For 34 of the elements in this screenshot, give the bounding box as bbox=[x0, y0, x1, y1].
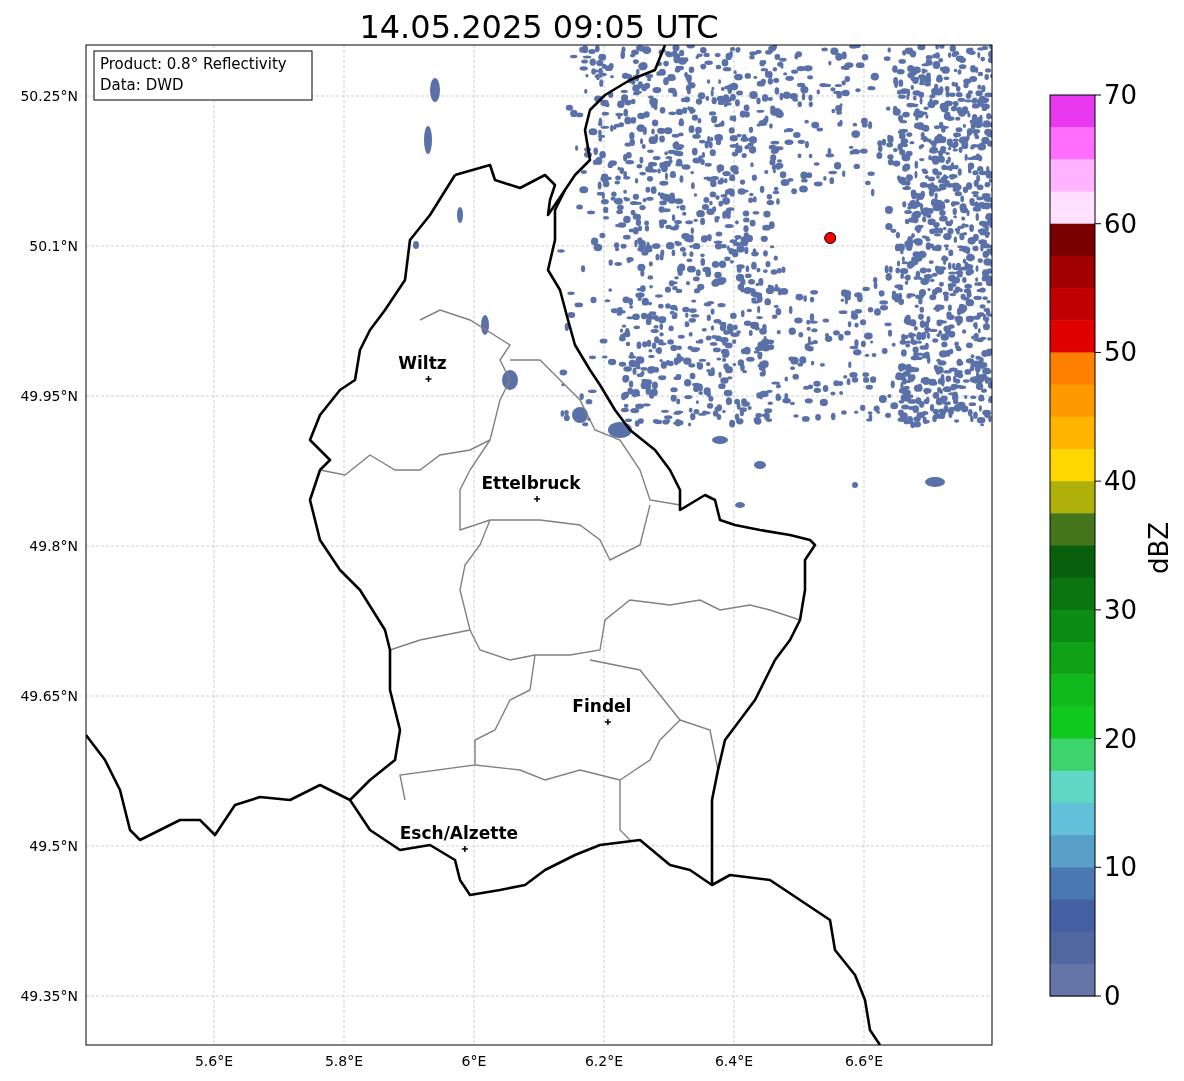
city-marker-icon bbox=[424, 375, 433, 383]
latitude-label: 49.95°N bbox=[20, 388, 78, 404]
city-label: Findel bbox=[572, 696, 632, 716]
colorbar-tick-label: 50 bbox=[1104, 337, 1138, 368]
colorbar-label: dBZ bbox=[1144, 521, 1174, 575]
radar-site-marker bbox=[824, 232, 837, 244]
longitude-label: 5.8°E bbox=[324, 1053, 364, 1069]
info-text: Product: 0.8° Reflectivity bbox=[100, 55, 287, 73]
latitude-label: 50.1°N bbox=[29, 238, 78, 254]
city-label: Esch/Alzette bbox=[399, 823, 519, 843]
longitude-label: 6.2°E bbox=[584, 1053, 624, 1069]
city-marker-icon bbox=[604, 718, 612, 726]
city-label: Wiltz bbox=[398, 353, 447, 373]
colorbar-tick-label: 60 bbox=[1104, 208, 1138, 239]
chart-title: 14.05.2025 09:05 UTC bbox=[359, 8, 719, 46]
latitude-label: 49.65°N bbox=[20, 688, 78, 704]
colorbar-tick-label: 0 bbox=[1104, 981, 1121, 1011]
colorbar-tick-label: 30 bbox=[1104, 594, 1138, 625]
longitude-label: 6.6°E bbox=[844, 1053, 884, 1069]
longitude-label: 6.4°E bbox=[714, 1053, 754, 1069]
colorbar-tick-label: 10 bbox=[1104, 852, 1138, 883]
info-text: Data: DWD bbox=[100, 76, 184, 94]
latitude-label: 49.5°N bbox=[29, 838, 78, 854]
latitude-label: 49.8°N bbox=[29, 538, 78, 554]
colorbar-tick-label: 20 bbox=[1104, 723, 1138, 754]
latitude-label: 50.25°N bbox=[20, 88, 78, 104]
longitude-label: 5.6°E bbox=[194, 1053, 234, 1069]
longitude-label: 6°E bbox=[461, 1053, 487, 1069]
city-marker-icon bbox=[461, 845, 469, 853]
colorbar-tick-label: 70 bbox=[1104, 80, 1138, 110]
latitude-label: 49.35°N bbox=[20, 988, 78, 1004]
city-label: Ettelbruck bbox=[481, 473, 581, 493]
city-marker-icon bbox=[533, 495, 541, 503]
colorbar-tick-label: 40 bbox=[1104, 466, 1138, 497]
